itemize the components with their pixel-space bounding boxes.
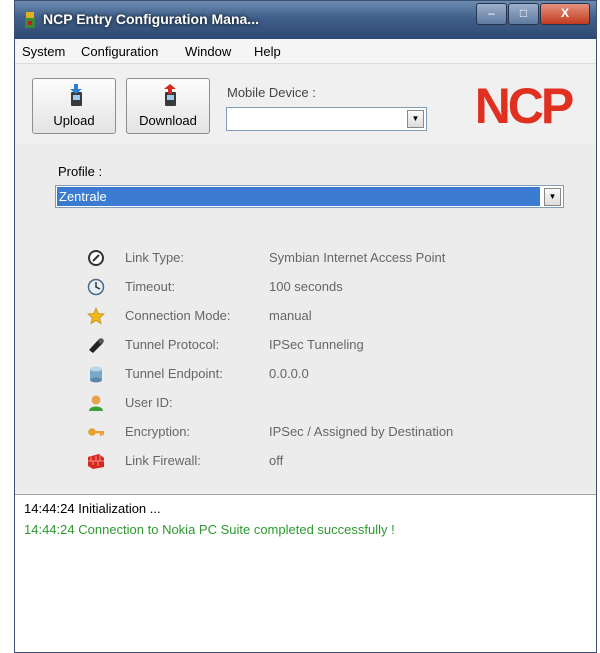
- log-panel[interactable]: 14:44:24 Initialization ... 14:44:24 Con…: [15, 494, 596, 652]
- info-value: manual: [269, 308, 312, 323]
- info-label: Link Type:: [125, 250, 185, 265]
- firewall-brick-icon: [88, 454, 104, 469]
- app-icon: [25, 12, 35, 28]
- upload-label: Upload: [53, 113, 95, 128]
- info-value: off: [269, 453, 284, 468]
- mobile-device-select[interactable]: ▼: [226, 107, 427, 131]
- close-button[interactable]: X: [540, 3, 590, 25]
- upload-button[interactable]: Upload: [32, 78, 116, 134]
- download-button[interactable]: Download: [126, 78, 210, 134]
- key-icon: [88, 428, 104, 436]
- upload-icon: [70, 84, 82, 106]
- window-controls: ‒ □ X: [475, 3, 590, 25]
- info-value: IPSec / Assigned by Destination: [269, 424, 454, 439]
- toolbar: Upload Download Mobile Device : ▼ NCP: [15, 64, 596, 144]
- info-value: 100 seconds: [269, 279, 343, 294]
- maximize-button[interactable]: □: [508, 3, 539, 25]
- chevron-down-icon[interactable]: ▼: [544, 188, 561, 206]
- profile-label: Profile :: [58, 164, 103, 179]
- log-line: 14:44:24 Connection to Nokia PC Suite co…: [24, 522, 395, 537]
- user-icon: [89, 395, 103, 411]
- download-label: Download: [139, 113, 197, 128]
- log-text: Initialization ...: [78, 501, 161, 516]
- window-title: NCP Entry Configuration Mana...: [43, 11, 259, 27]
- ncp-logo: NCP: [475, 81, 576, 129]
- minimize-button[interactable]: ‒: [476, 3, 507, 25]
- info-value: Symbian Internet Access Point: [269, 250, 446, 265]
- chevron-down-icon[interactable]: ▼: [407, 110, 424, 128]
- info-label: Link Firewall:: [125, 453, 201, 468]
- menu-window[interactable]: Window: [185, 44, 231, 59]
- info-value: 0.0.0.0: [269, 366, 309, 381]
- download-icon: [164, 84, 176, 106]
- profile-value: Zentrale: [57, 187, 540, 206]
- timeout-clock-icon: [87, 278, 105, 296]
- profile-select[interactable]: Zentrale ▼: [55, 185, 564, 208]
- info-label: Tunnel Protocol:: [125, 337, 220, 352]
- tunnel-pipe-icon: [89, 338, 104, 353]
- title-bar[interactable]: NCP Entry Configuration Mana... ‒ □ X: [15, 1, 596, 39]
- info-label: Tunnel Endpoint:: [125, 366, 223, 381]
- info-label: Encryption:: [125, 424, 191, 439]
- endpoint-cylinder-icon: [90, 366, 102, 383]
- app-window: NCP Entry Configuration Mana... ‒ □ X Sy…: [14, 0, 597, 653]
- log-time: 14:44:24: [24, 522, 75, 537]
- svg-text:NCP: NCP: [475, 81, 573, 129]
- log-line: 14:44:24 Initialization ...: [24, 501, 161, 516]
- info-label: Timeout:: [125, 279, 176, 294]
- info-label: User ID:: [125, 395, 173, 410]
- profile-panel: Profile : Zentrale ▼ Link Type: Symbian …: [15, 144, 596, 492]
- menu-configuration[interactable]: Configuration: [81, 44, 158, 59]
- info-value: IPSec Tunneling: [269, 337, 364, 352]
- menu-system[interactable]: System: [22, 44, 65, 59]
- log-time: 14:44:24: [24, 501, 75, 516]
- menu-help[interactable]: Help: [254, 44, 281, 59]
- menu-bar: System Configuration Window Help: [15, 39, 596, 64]
- log-text: Connection to Nokia PC Suite completed s…: [78, 522, 395, 537]
- link-type-icon: [88, 250, 104, 266]
- mobile-device-label: Mobile Device :: [227, 85, 316, 100]
- info-label: Connection Mode:: [125, 308, 231, 323]
- star-icon: [87, 307, 105, 325]
